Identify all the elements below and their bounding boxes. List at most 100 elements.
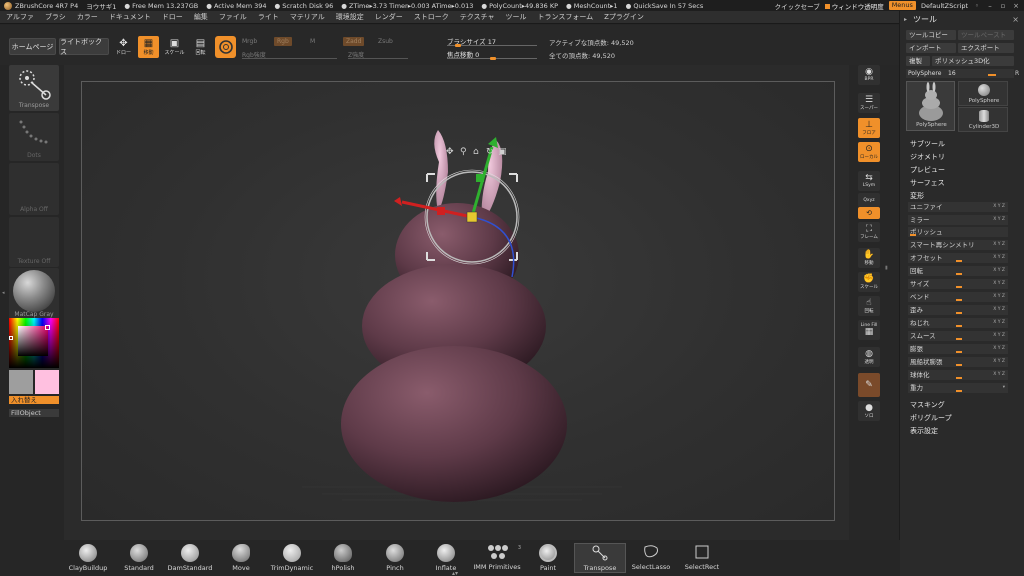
gizmo-x-handle[interactable] <box>437 207 445 215</box>
unify-xyz[interactable]: X Y Z <box>993 202 1005 212</box>
deform-mirror[interactable]: ミラー X Y Z <box>908 215 1008 225</box>
geometry-section[interactable]: ジオメトリ <box>910 152 945 162</box>
help-icon[interactable]: ◦ <box>973 2 981 10</box>
gravity-dropdown-icon[interactable]: ▾ <box>1003 383 1005 393</box>
scale-view-button[interactable]: ✊ スケール <box>858 272 880 292</box>
export-button[interactable]: エクスポート <box>958 43 1014 53</box>
qxyz-button[interactable]: Qxyz <box>858 193 880 207</box>
transpose-brush-slot[interactable]: Transpose <box>9 65 59 111</box>
reset-r-button[interactable]: R <box>1015 70 1019 77</box>
masking-section[interactable]: マスキング <box>910 400 945 410</box>
smart-resym-xyz[interactable]: X Y Z <box>993 240 1005 250</box>
brush-inflate[interactable]: Inflate <box>420 543 472 573</box>
skew-slider-knob[interactable] <box>956 312 962 314</box>
mirror-xyz[interactable]: X Y Z <box>993 215 1005 225</box>
bottom-expand-arrows-icon[interactable]: ▴▾ <box>452 570 458 576</box>
polish-slider-knob[interactable] <box>910 234 916 236</box>
stroke-slot[interactable]: Dots <box>9 113 59 161</box>
left-collapse-arrow-icon[interactable]: ◂ <box>2 290 5 296</box>
material-slot[interactable]: MatCap Gray <box>9 268 59 320</box>
tool-paste-button[interactable]: ツールペースト <box>958 30 1014 40</box>
gizmo-home-icon[interactable]: ⌂ <box>473 147 479 157</box>
smooth-slider-knob[interactable] <box>956 338 962 340</box>
ghost-button[interactable]: ✎ <box>858 373 880 397</box>
brush-hpolish[interactable]: hPolish <box>317 543 369 573</box>
menu-color[interactable]: カラー <box>77 12 98 22</box>
brush-standard[interactable]: Standard <box>113 543 165 573</box>
brush-size-knob[interactable] <box>455 44 461 47</box>
menu-file[interactable]: ファイル <box>219 12 247 22</box>
gizmo-lock-icon[interactable]: ▣ <box>498 147 507 157</box>
document-canvas[interactable]: ✥ ⚲ ⌂ ↻ ▣ <box>81 81 835 521</box>
import-button[interactable]: インポート <box>906 43 956 53</box>
offset-xyz[interactable]: X Y Z <box>993 253 1005 263</box>
color-picker-square[interactable] <box>18 326 48 356</box>
brush-imm-primitives[interactable]: IMM Primitives 3 <box>471 543 523 573</box>
menu-brush[interactable]: ブラシ <box>45 12 66 22</box>
current-tool-thumbnail[interactable]: PolySphere <box>906 81 955 131</box>
fill-object-button[interactable]: FillObject <box>9 409 59 417</box>
brush-selectlasso[interactable]: SelectLasso <box>625 543 677 573</box>
deform-twist[interactable]: ねじれ X Y Z <box>908 318 1008 328</box>
default-zscript-button[interactable]: DefaultZScript <box>921 2 968 10</box>
move-view-button[interactable]: ✋ 移動 <box>858 248 880 268</box>
polygroups-section[interactable]: ポリグループ <box>910 413 952 423</box>
palette-close-icon[interactable]: × <box>1012 15 1019 24</box>
menu-alpha[interactable]: アルファ <box>6 12 34 22</box>
subtool-section[interactable]: サブツール <box>910 139 945 149</box>
swap-colors-button[interactable]: 入れ替え <box>9 396 59 404</box>
rgb-toggle[interactable]: Rgb <box>274 37 292 46</box>
lightbox-button[interactable]: ライトボックス <box>59 38 109 56</box>
bend-slider-knob[interactable] <box>956 299 962 301</box>
rgb-intensity-slider[interactable] <box>242 58 337 59</box>
menu-stroke[interactable]: ストローク <box>414 12 449 22</box>
menu-transform[interactable]: トランスフォーム <box>537 12 593 22</box>
deform-smooth[interactable]: スムース X Y Z <box>908 331 1008 341</box>
secondary-color-swatch[interactable] <box>35 370 59 394</box>
surface-section[interactable]: サーフェス <box>910 178 945 188</box>
quicksave-button[interactable]: クイックセーブ <box>775 1 820 11</box>
bend-xyz[interactable]: X Y Z <box>993 292 1005 302</box>
deform-inflate[interactable]: 膨張 X Y Z <box>908 344 1008 354</box>
inflate-slider-knob[interactable] <box>956 351 962 353</box>
main-color-swatch[interactable] <box>9 370 33 394</box>
menu-edit[interactable]: 編集 <box>194 12 208 22</box>
menu-draw[interactable]: ドロー <box>162 12 183 22</box>
z-intensity-slider[interactable] <box>348 58 408 59</box>
move-mode-button[interactable]: ▦ 移動 <box>138 36 159 58</box>
brush-claybuildup[interactable]: ClayBuildup <box>62 543 114 573</box>
gizmo-reset-icon[interactable]: ↻ <box>486 147 494 157</box>
transparent-button[interactable]: ◍ 透明 <box>858 347 880 367</box>
line-fill-button[interactable]: Line Fill ▦ <box>858 320 880 340</box>
homepage-button[interactable]: ホームページ <box>9 38 56 55</box>
close-icon[interactable]: × <box>1012 2 1020 10</box>
gizmo-y-handle[interactable] <box>476 174 484 182</box>
menu-document[interactable]: ドキュメント <box>109 12 151 22</box>
deform-spherize[interactable]: 球体化 X Y Z <box>908 370 1008 380</box>
mrgb-toggle[interactable]: Mrgb <box>242 38 257 45</box>
minimize-icon[interactable]: – <box>986 2 994 10</box>
zsub-toggle[interactable]: Zsub <box>378 38 393 45</box>
frame-button[interactable]: ⛶ フレーム <box>858 222 880 242</box>
menu-zplugin[interactable]: Zプラグイン <box>604 12 644 22</box>
deform-size[interactable]: サイズ X Y Z <box>908 279 1008 289</box>
lsym-button[interactable]: ⇆ LSym <box>858 171 880 191</box>
deform-skew[interactable]: 歪み X Y Z <box>908 305 1008 315</box>
gravity-slider-knob[interactable] <box>956 390 962 392</box>
menu-preferences[interactable]: 環境設定 <box>336 12 364 22</box>
rotate-view-button[interactable]: ☝ 回転 <box>858 296 880 316</box>
deform-unify[interactable]: ユニファイ X Y Z <box>908 202 1008 212</box>
make-polymesh-button[interactable]: ポリメッシュ3D化 <box>932 56 1014 66</box>
tool-copy-button[interactable]: ツールコピー <box>906 30 956 40</box>
solo-button[interactable]: ● ソロ <box>858 401 880 421</box>
brush-transpose[interactable]: Transpose <box>574 543 626 573</box>
floor-button[interactable]: ⊥ フロア <box>858 118 880 138</box>
size-xyz[interactable]: X Y Z <box>993 279 1005 289</box>
menu-material[interactable]: マテリアル <box>290 12 325 22</box>
alpha-slot[interactable]: Alpha Off <box>9 163 59 215</box>
right-scroll-handle-icon[interactable]: ▮ <box>885 265 888 271</box>
edit-mode-button[interactable]: ✥ ドロー <box>113 36 134 58</box>
maximize-icon[interactable]: ▫ <box>999 2 1007 10</box>
deform-gravity[interactable]: 重力 ▾ <box>908 383 1008 393</box>
m-toggle[interactable]: M <box>310 38 315 45</box>
